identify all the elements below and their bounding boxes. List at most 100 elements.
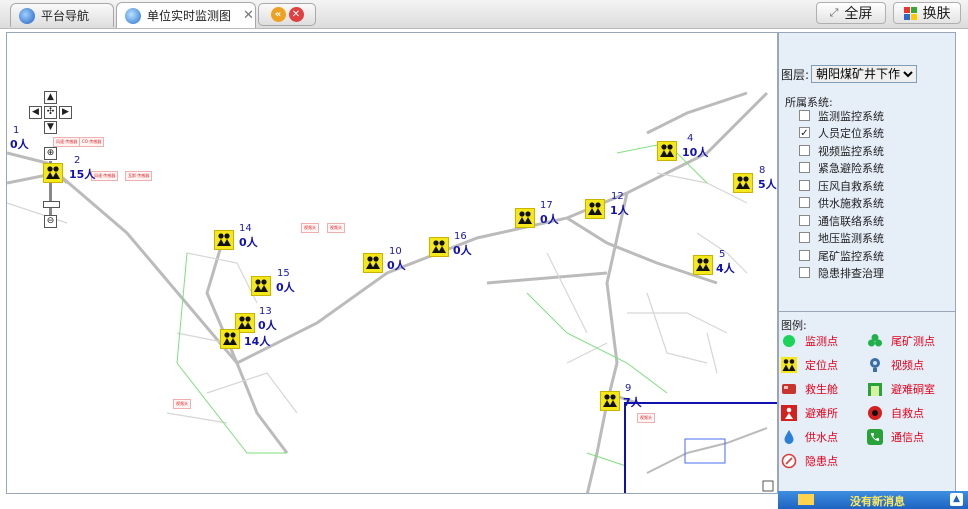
system-label: 压风自救系统 [818,179,884,193]
legend-item: 救生舱 [781,381,838,397]
marker-count: 7人 [623,396,642,409]
pan-right-button[interactable]: ▶ [59,106,72,119]
legend-label: 通信点 [891,431,924,444]
system-item-tailings[interactable]: 尾矿监控系统 [799,247,884,264]
pan-down-button[interactable]: ▼ [44,121,57,134]
people-locator-icon [585,199,605,219]
system-item-emergency[interactable]: 紧急避险系统 [799,159,884,176]
legend-title: 图例: [781,319,807,332]
legend-label: 避难所 [805,407,838,420]
legend-item: 隐患点 [781,453,838,469]
checkbox[interactable] [799,197,810,208]
legend-label: 避难硐室 [891,383,935,396]
checkbox[interactable] [799,267,810,278]
legend-item: 避难硐室 [867,381,935,397]
tab-platform-nav[interactable]: 平台导航 [10,3,114,27]
envelope-icon [798,494,814,505]
zoom-in-button[interactable]: ⊕ [44,147,57,160]
marker-id: 9 [625,383,632,394]
checkbox[interactable] [799,110,810,121]
system-item-air[interactable]: 压风自救系统 [799,177,884,194]
legend-label: 自救点 [891,407,924,420]
tab-controls: « ✕ [258,3,316,26]
checkbox[interactable]: ✓ [799,127,810,139]
people-locator-icon [781,357,797,373]
marker-id: 12 [611,191,624,202]
people-locator-icon [363,253,383,273]
tab-bar: 平台导航 单位实时监测图 ✕ « ✕ ⤢ 全屏 换肤 [0,0,968,29]
layer-panel: 图层: 朝阳煤矿井下作业 所属系统: 监测监控系统 ✓ 人员定位系统 视频监控系统… [778,32,956,494]
checkbox[interactable] [799,180,810,191]
system-label: 监测监控系统 [818,109,884,123]
water-drop-icon [781,429,797,445]
pan-center-button[interactable]: ✣ [44,106,57,119]
close-all-icon[interactable]: ✕ [288,7,304,22]
people-locator-icon [429,237,449,257]
checkbox[interactable] [799,162,810,173]
zoom-slider-handle[interactable] [43,201,60,208]
layer-label: 图层: [781,67,810,82]
expand-icon[interactable]: ▲ [950,493,963,506]
zoom-out-button[interactable]: ⊖ [44,215,57,228]
people-locator-icon [515,208,535,228]
checkbox[interactable] [799,250,810,261]
marker-count: 15人 [69,168,96,181]
marker-count: 4人 [716,262,735,275]
legend-item: 尾矿测点 [867,333,935,349]
marker-id: 2 [74,155,81,166]
legend-label: 视频点 [891,359,924,372]
people-locator-icon [693,255,713,275]
legend-item: 自救点 [867,405,924,421]
fullscreen-button[interactable]: ⤢ 全屏 [816,2,886,24]
people-locator-icon [43,163,63,183]
marker-id: 10 [389,246,402,257]
map-nav-control: ▲ ◀ ✣ ▶ ▼ ⊕ ⊖ [27,91,72,231]
system-item-monitoring[interactable]: 监测监控系统 [799,107,884,124]
people-locator-icon [214,230,234,250]
skin-button[interactable]: 换肤 [893,2,961,24]
fullscreen-label: 全屏 [844,6,873,22]
self-rescue-icon [867,405,883,421]
system-label: 地压监测系统 [818,231,884,245]
layer-select[interactable]: 朝阳煤矿井下作业 [811,65,918,83]
checkbox[interactable] [799,145,810,156]
pan-up-button[interactable]: ▲ [44,91,57,104]
marker-count: 0人 [258,319,277,332]
checkbox[interactable] [799,232,810,243]
rescue-capsule-icon [781,381,797,397]
green-clover-icon [867,333,883,349]
legend-item: 供水点 [781,429,838,445]
pan-left-button[interactable]: ◀ [29,106,42,119]
marker-count: 0人 [276,281,295,294]
legend-item: 避难所 [781,405,838,421]
tab-list-icon[interactable]: « [270,7,286,22]
system-item-personnel[interactable]: ✓ 人员定位系统 [799,124,884,141]
marker-id: 16 [454,231,467,242]
marker-count: 1人 [610,204,629,217]
system-item-water[interactable]: 供水施救系统 [799,194,884,211]
system-item-pressure[interactable]: 地压监测系统 [799,229,884,246]
tab-realtime-map[interactable]: 单位实时监测图 ✕ [116,2,256,28]
marker-count: 0人 [387,259,406,272]
checkbox[interactable] [799,215,810,226]
marker-count: 0人 [540,213,559,226]
mine-map[interactable]: 风速 传感器 CO 传感器 风速 传感器 瓦斯 传感器 视频头 视频头 视频头 … [6,32,778,494]
legend-label: 监测点 [805,335,838,348]
system-item-video[interactable]: 视频监控系统 [799,142,884,159]
marker-count: 0人 [239,236,258,249]
legend-label: 尾矿测点 [891,335,935,348]
tab-label: 单位实时监测图 [147,9,232,23]
system-label: 人员定位系统 [818,126,884,140]
layer-selector: 图层: 朝阳煤矿井下作业 [781,65,918,83]
system-item-hazard[interactable]: 隐患排查治理 [799,264,884,281]
message-bar[interactable]: 没有新消息 ▲ [778,491,968,509]
legend-item: 定位点 [781,357,838,373]
compass-icon [19,7,35,24]
people-locator-icon [733,173,753,193]
skin-icon [903,6,917,20]
system-item-comm[interactable]: 通信联络系统 [799,212,884,229]
people-locator-icon [220,329,240,349]
refuge-chamber-icon [867,381,883,397]
close-icon[interactable]: ✕ [243,8,254,23]
marker-id: 15 [277,268,290,279]
